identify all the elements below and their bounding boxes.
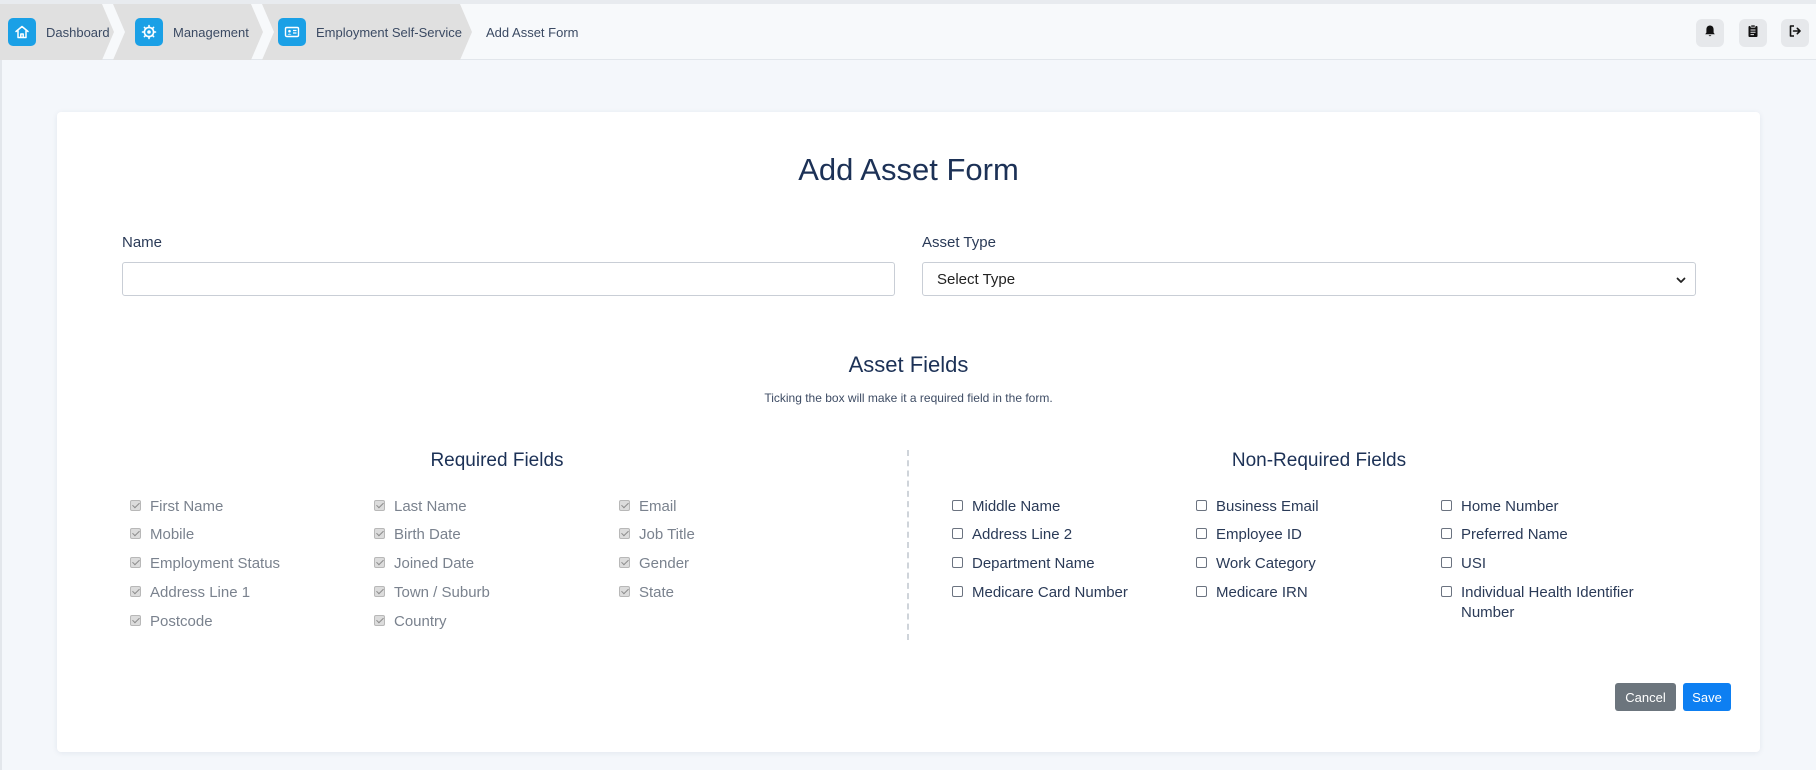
cancel-button[interactable]: Cancel <box>1615 683 1676 711</box>
required-field-first-name: First Name <box>130 497 223 517</box>
chevron-down-icon <box>1675 273 1687 290</box>
checkbox[interactable] <box>1441 557 1452 568</box>
name-label: Name <box>122 234 163 251</box>
optional-field-business-email[interactable]: Business Email <box>1196 497 1319 517</box>
checkbox <box>130 528 141 539</box>
home-icon <box>8 18 36 46</box>
checkbox[interactable] <box>952 586 963 597</box>
checkbox[interactable] <box>1196 586 1207 597</box>
optional-field-work-category[interactable]: Work Category <box>1196 554 1316 574</box>
optional-field-preferred-name[interactable]: Preferred Name <box>1441 525 1568 545</box>
required-field-joined-date: Joined Date <box>374 554 474 574</box>
optional-field-medicare-card-number[interactable]: Medicare Card Number <box>952 583 1128 603</box>
required-field-postcode: Postcode <box>130 612 213 632</box>
optional-field-department-name[interactable]: Department Name <box>952 554 1095 574</box>
optional-field-address-line-2[interactable]: Address Line 2 <box>952 525 1072 545</box>
checkbox <box>130 500 141 511</box>
required-field-mobile: Mobile <box>130 525 194 545</box>
required-field-gender: Gender <box>619 554 689 574</box>
checkbox <box>130 586 141 597</box>
checkbox <box>374 500 385 511</box>
left-border <box>0 60 2 770</box>
required-field-birth-date: Birth Date <box>374 525 461 545</box>
page-title: Add Asset Form <box>798 152 1019 187</box>
breadcrumb-management[interactable]: Management <box>113 4 263 60</box>
checkbox <box>374 528 385 539</box>
id-card-icon <box>278 18 306 46</box>
logout-icon <box>1788 24 1802 43</box>
optional-field-usi[interactable]: USI <box>1441 554 1486 574</box>
checkbox[interactable] <box>952 557 963 568</box>
checkbox <box>374 615 385 626</box>
checkbox <box>619 586 630 597</box>
optional-field-employee-id[interactable]: Employee ID <box>1196 525 1302 545</box>
required-field-address-line-1: Address Line 1 <box>130 583 250 603</box>
checkbox <box>130 557 141 568</box>
form-card: Add Asset Form Name Asset Type Select Ty… <box>57 112 1760 752</box>
asset-type-selected: Select Type <box>937 270 1016 288</box>
breadcrumb-employment-self-service[interactable]: Employment Self-Service <box>262 4 472 60</box>
required-field-employment-status: Employment Status <box>130 554 280 574</box>
required-field-last-name: Last Name <box>374 497 467 517</box>
required-field-country: Country <box>374 612 447 632</box>
notifications-button[interactable] <box>1696 19 1724 47</box>
breadcrumb-label: Employment Self-Service <box>316 24 462 40</box>
bell-icon <box>1703 24 1717 43</box>
required-field-job-title: Job Title <box>619 525 695 545</box>
column-divider <box>907 450 909 640</box>
breadcrumb-dashboard[interactable]: Dashboard <box>0 4 114 60</box>
checkbox[interactable] <box>1441 586 1452 597</box>
checkbox[interactable] <box>1196 557 1207 568</box>
name-input[interactable] <box>122 262 895 296</box>
asset-type-select[interactable]: Select Type <box>922 262 1696 296</box>
optional-field-middle-name[interactable]: Middle Name <box>952 497 1060 517</box>
top-bar: Dashboard Management Employment Self-Ser… <box>0 4 1816 60</box>
checkbox <box>130 615 141 626</box>
optional-field-home-number[interactable]: Home Number <box>1441 497 1559 517</box>
checkbox[interactable] <box>1441 528 1452 539</box>
checkbox[interactable] <box>1441 500 1452 511</box>
clipboard-icon <box>1746 24 1760 43</box>
checkbox[interactable] <box>952 500 963 511</box>
checkbox[interactable] <box>1196 500 1207 511</box>
save-button[interactable]: Save <box>1683 683 1731 711</box>
non-required-fields-title: Non-Required Fields <box>1231 450 1407 471</box>
checkbox <box>374 557 385 568</box>
asset-fields-title: Asset Fields <box>848 352 969 377</box>
checkbox <box>619 557 630 568</box>
required-field-state: State <box>619 583 674 603</box>
asset-fields-subtitle: Ticking the box will make it a required … <box>764 391 1053 405</box>
logout-button[interactable] <box>1781 19 1809 47</box>
checkbox <box>619 528 630 539</box>
clipboard-button[interactable] <box>1739 19 1767 47</box>
checkbox <box>374 586 385 597</box>
breadcrumb-label: Management <box>173 24 249 40</box>
breadcrumb-current: Add Asset Form <box>486 24 579 40</box>
optional-field-medicare-irn[interactable]: Medicare IRN <box>1196 583 1308 603</box>
checkbox[interactable] <box>1196 528 1207 539</box>
checkbox[interactable] <box>952 528 963 539</box>
breadcrumb-label: Dashboard <box>46 24 110 40</box>
required-field-town-suburb: Town / Suburb <box>374 583 490 603</box>
gear-icon <box>135 18 163 46</box>
required-fields-title: Required Fields <box>430 450 564 471</box>
checkbox <box>619 500 630 511</box>
required-field-email: Email <box>619 497 677 517</box>
optional-field-individual-health-identifier-number[interactable]: Individual Health Identifier Number <box>1441 583 1651 623</box>
asset-type-label: Asset Type <box>922 234 996 251</box>
